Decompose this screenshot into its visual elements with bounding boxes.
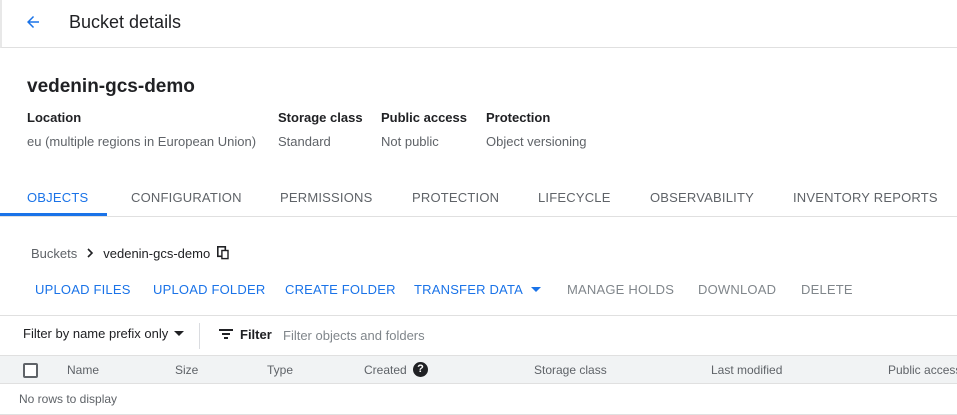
tab-inventory-reports[interactable]: INVENTORY REPORTS — [793, 178, 938, 217]
storage-class-label: Storage class — [278, 110, 363, 125]
breadcrumb: Buckets vedenin-gcs-demo — [31, 244, 230, 262]
upload-folder-button[interactable]: UPLOAD FOLDER — [153, 280, 265, 300]
manage-holds-button[interactable]: MANAGE HOLDS — [567, 280, 674, 300]
bucket-name: vedenin-gcs-demo — [27, 76, 195, 97]
filter-prefix-dropdown[interactable]: Filter by name prefix only — [23, 326, 185, 341]
copy-icon[interactable] — [217, 246, 230, 260]
location-label: Location — [27, 110, 82, 125]
arrow-back-icon — [24, 13, 42, 36]
column-public-access[interactable]: Public access — [888, 363, 957, 377]
breadcrumb-current: vedenin-gcs-demo — [103, 245, 211, 261]
transfer-data-label: TRANSFER DATA — [414, 282, 524, 297]
active-tab-indicator — [0, 213, 107, 216]
tab-permissions[interactable]: PERMISSIONS — [280, 178, 373, 217]
tab-protection[interactable]: PROTECTION — [412, 178, 499, 217]
tab-objects[interactable]: OBJECTS — [27, 178, 88, 217]
column-last-modified[interactable]: Last modified — [711, 363, 782, 377]
caret-down-icon — [174, 330, 185, 337]
protection-label: Protection — [486, 110, 551, 125]
column-storage-class[interactable]: Storage class — [534, 363, 607, 377]
tab-bar: OBJECTS CONFIGURATION PERMISSIONS PROTEC… — [0, 178, 957, 217]
storage-class-value: Standard — [278, 134, 331, 149]
filter-divider — [199, 323, 200, 349]
column-name[interactable]: Name — [67, 363, 99, 377]
column-created[interactable]: Created — [364, 363, 407, 377]
empty-message: No rows to display — [19, 392, 118, 406]
page-header: Bucket details — [0, 0, 957, 48]
public-access-value: Not public — [381, 134, 439, 149]
filter-prefix-label: Filter by name prefix only — [23, 326, 169, 341]
column-size[interactable]: Size — [175, 363, 198, 377]
transfer-data-button[interactable]: TRANSFER DATA — [414, 280, 542, 300]
create-folder-button[interactable]: CREATE FOLDER — [285, 280, 396, 300]
table-empty-row: No rows to display — [0, 384, 957, 415]
protection-value: Object versioning — [486, 134, 587, 149]
breadcrumb-buckets[interactable]: Buckets — [31, 246, 77, 261]
column-type[interactable]: Type — [267, 363, 293, 377]
filter-bar: Filter by name prefix only Filter — [0, 315, 957, 355]
help-icon[interactable]: ? — [413, 362, 428, 377]
delete-button[interactable]: DELETE — [801, 280, 853, 300]
download-button[interactable]: DOWNLOAD — [698, 280, 776, 300]
page-title: Bucket details — [69, 12, 182, 32]
table-header: Name Size Type Created ? Storage class L… — [0, 355, 957, 384]
filter-label: Filter — [240, 327, 272, 342]
chevron-right-icon — [85, 248, 95, 258]
tab-configuration[interactable]: CONFIGURATION — [131, 178, 242, 217]
filter-list-icon — [219, 328, 233, 340]
tab-observability[interactable]: OBSERVABILITY — [650, 178, 754, 217]
tab-lifecycle[interactable]: LIFECYCLE — [538, 178, 611, 217]
public-access-label: Public access — [381, 110, 467, 125]
upload-files-button[interactable]: UPLOAD FILES — [35, 280, 131, 300]
back-button[interactable] — [18, 9, 48, 39]
caret-down-icon — [531, 287, 542, 293]
select-all-checkbox[interactable] — [23, 363, 38, 378]
location-value: eu (multiple regions in European Union) — [27, 134, 257, 149]
filter-input[interactable] — [283, 324, 583, 346]
